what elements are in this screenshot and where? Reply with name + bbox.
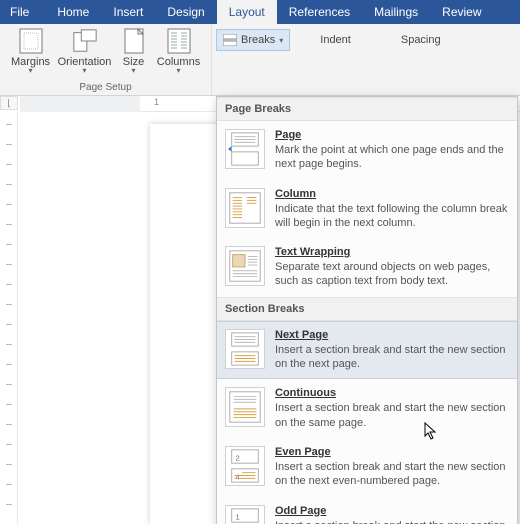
page-break-icon xyxy=(225,129,265,169)
tab-file[interactable]: File xyxy=(0,0,45,24)
menu-item-title: Column xyxy=(275,188,509,200)
dropdown-section-page-breaks: Page Breaks xyxy=(217,97,517,121)
tab-layout[interactable]: Layout xyxy=(217,0,277,24)
breaks-icon xyxy=(223,34,237,46)
dropdown-arrow-icon: ▾ xyxy=(131,66,135,75)
menu-item-title: Text Wrapping xyxy=(275,246,509,258)
text-wrapping-icon xyxy=(225,246,265,286)
breaks-label: Breaks xyxy=(241,34,275,46)
columns-button[interactable]: Columns ▾ xyxy=(153,24,205,82)
menu-item-desc: Indicate that the text following the col… xyxy=(275,202,509,231)
page-setup-group-label: Page Setup xyxy=(0,82,211,95)
size-button[interactable]: Size ▾ xyxy=(115,24,153,82)
tab-bar: File Home Insert Design Layout Reference… xyxy=(0,0,520,24)
dropdown-arrow-icon: ▾ xyxy=(28,66,32,75)
menu-item-text-wrapping[interactable]: Text Wrapping Separate text around objec… xyxy=(217,238,517,297)
menu-item-title: Continuous xyxy=(275,387,509,399)
breaks-dropdown: Page Breaks Page Mark the point at which… xyxy=(216,96,518,524)
menu-item-desc: Insert a section break and start the new… xyxy=(275,460,509,489)
menu-item-continuous[interactable]: Continuous Insert a section break and st… xyxy=(217,379,517,438)
vertical-ruler[interactable] xyxy=(0,112,18,524)
orientation-icon xyxy=(72,28,98,54)
svg-text:4: 4 xyxy=(236,472,240,481)
dropdown-arrow-icon: ▾ xyxy=(82,66,86,75)
menu-item-desc: Insert a section break and start the new… xyxy=(275,343,509,372)
breaks-button[interactable]: Breaks ▾ xyxy=(216,29,290,51)
column-break-icon xyxy=(225,188,265,228)
menu-item-desc: Insert a section break and start the new… xyxy=(275,401,509,430)
continuous-icon xyxy=(225,387,265,427)
odd-page-icon: 13 xyxy=(225,505,265,524)
dropdown-arrow-icon: ▾ xyxy=(176,66,180,75)
dropdown-arrow-icon: ▾ xyxy=(279,36,283,45)
menu-item-next-page[interactable]: Next Page Insert a section break and sta… xyxy=(217,321,517,380)
document-area: ⌊ 1 Page Breaks Page Mark the point at w… xyxy=(0,96,520,524)
tab-insert[interactable]: Insert xyxy=(101,0,155,24)
menu-item-even-page[interactable]: 24 Even Page Insert a section break and … xyxy=(217,438,517,497)
tab-design[interactable]: Design xyxy=(155,0,216,24)
menu-item-odd-page[interactable]: 13 Odd Page Insert a section break and s… xyxy=(217,497,517,524)
tab-review[interactable]: Review xyxy=(430,0,493,24)
menu-item-page[interactable]: Page Mark the point at which one page en… xyxy=(217,121,517,180)
dropdown-section-section-breaks: Section Breaks xyxy=(217,297,517,321)
ribbon: Margins ▾ Orientation ▾ Size ▾ xyxy=(0,24,520,96)
tab-mailings[interactable]: Mailings xyxy=(362,0,430,24)
orientation-button[interactable]: Orientation ▾ xyxy=(55,24,115,82)
menu-item-desc: Insert a section break and start the new… xyxy=(275,519,509,524)
tab-home[interactable]: Home xyxy=(45,0,101,24)
ruler-mark: 1 xyxy=(154,97,159,107)
menu-item-column[interactable]: Column Indicate that the text following … xyxy=(217,180,517,239)
menu-item-title: Next Page xyxy=(275,329,509,341)
margins-button[interactable]: Margins ▾ xyxy=(7,24,55,82)
menu-item-title: Even Page xyxy=(275,446,509,458)
svg-text:2: 2 xyxy=(236,453,240,462)
margins-icon xyxy=(18,28,44,54)
menu-item-title: Page xyxy=(275,129,509,141)
spacing-label: Spacing xyxy=(355,24,445,51)
menu-item-desc: Mark the point at which one page ends an… xyxy=(275,143,509,172)
menu-item-title: Odd Page xyxy=(275,505,509,517)
next-page-icon xyxy=(225,329,265,369)
svg-text:1: 1 xyxy=(236,512,240,521)
columns-icon xyxy=(166,28,192,54)
menu-item-desc: Separate text around objects on web page… xyxy=(275,260,509,289)
even-page-icon: 24 xyxy=(225,446,265,486)
ruler-corner: ⌊ xyxy=(0,96,18,110)
size-icon xyxy=(121,28,147,54)
indent-label: Indent xyxy=(290,24,355,51)
tab-references[interactable]: References xyxy=(277,0,362,24)
